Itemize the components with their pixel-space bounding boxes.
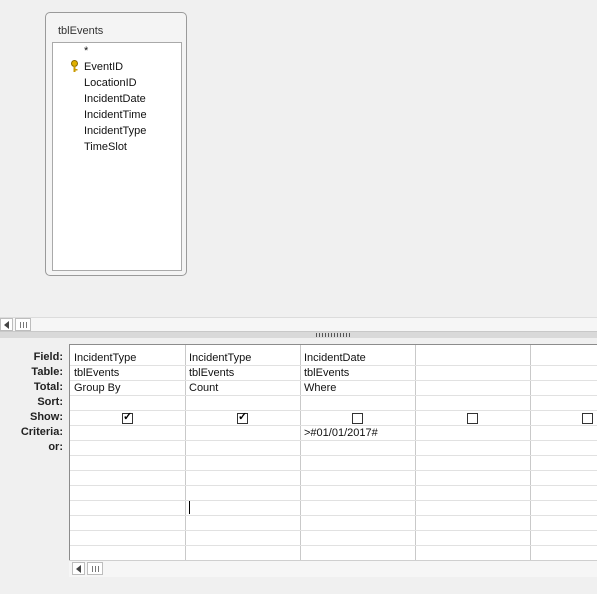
row-divider xyxy=(70,365,597,366)
show-checkbox[interactable] xyxy=(582,413,593,424)
row-divider xyxy=(70,380,597,381)
grid-cell-table[interactable]: tblEvents xyxy=(74,367,119,379)
grid-cell-table[interactable]: tblEvents xyxy=(304,367,349,379)
row-divider xyxy=(70,515,597,516)
row-divider xyxy=(70,440,597,441)
grid-cell-criteria[interactable]: >#01/01/2017# xyxy=(304,427,378,439)
row-label-sort: Sort: xyxy=(37,396,63,408)
scroll-left-arrow-icon[interactable] xyxy=(72,562,85,575)
row-label-total: Total: xyxy=(33,381,63,393)
field-list-item-incidenttype[interactable]: IncidentType xyxy=(84,124,146,138)
row-divider xyxy=(70,410,597,411)
query-design-upper-pane: tblEvents * EventID LocationID IncidentD… xyxy=(0,0,597,317)
row-divider xyxy=(70,545,597,546)
column-divider[interactable] xyxy=(185,345,186,561)
row-divider xyxy=(70,455,597,456)
row-divider xyxy=(70,485,597,486)
scroll-thumb[interactable] xyxy=(87,562,103,575)
table-window-title[interactable]: tblEvents xyxy=(58,25,103,37)
row-label-table: Table: xyxy=(31,366,63,378)
scroll-left-arrow-icon[interactable] xyxy=(0,318,13,331)
query-design-grid[interactable]: IncidentType tblEvents Group By ✓ Incide… xyxy=(69,344,597,561)
show-checkbox[interactable] xyxy=(467,413,478,424)
field-list-item-incidentdate[interactable]: IncidentDate xyxy=(84,92,146,106)
grid-cell-table[interactable]: tblEvents xyxy=(189,367,234,379)
field-list-item-incidenttime[interactable]: IncidentTime xyxy=(84,108,147,122)
column-divider[interactable] xyxy=(530,345,531,561)
show-checkbox[interactable]: ✓ xyxy=(237,411,248,424)
row-label-or: or: xyxy=(48,441,63,453)
show-checkbox[interactable]: ✓ xyxy=(122,411,133,424)
show-checkbox[interactable] xyxy=(352,413,363,424)
column-divider[interactable] xyxy=(300,345,301,561)
grid-cell-total[interactable]: Count xyxy=(189,382,218,394)
grid-cell-field[interactable]: IncidentType xyxy=(74,352,136,364)
row-divider xyxy=(70,425,597,426)
field-list-item-timeslot[interactable]: TimeSlot xyxy=(84,140,127,154)
field-list-item-locationid[interactable]: LocationID xyxy=(84,76,137,90)
upper-horizontal-scrollbar[interactable] xyxy=(0,317,597,331)
grid-horizontal-scrollbar[interactable] xyxy=(69,560,597,577)
row-divider xyxy=(70,395,597,396)
row-label-criteria: Criteria: xyxy=(20,426,63,438)
field-list[interactable]: * EventID LocationID IncidentDate Incide… xyxy=(52,42,182,271)
field-list-item-all[interactable]: * xyxy=(84,44,88,58)
grid-cell-field[interactable]: IncidentType xyxy=(189,352,251,364)
row-label-field: Field: xyxy=(33,351,63,363)
table-field-list-window[interactable]: tblEvents * EventID LocationID IncidentD… xyxy=(45,12,187,276)
splitter-grip-icon[interactable] xyxy=(316,333,351,337)
row-divider xyxy=(70,530,597,531)
row-divider xyxy=(70,500,597,501)
key-icon xyxy=(70,60,79,73)
text-cursor xyxy=(189,501,190,514)
row-divider xyxy=(70,470,597,471)
row-label-show: Show: xyxy=(30,411,63,423)
grid-cell-total[interactable]: Group By xyxy=(74,382,120,394)
column-divider[interactable] xyxy=(415,345,416,561)
grid-cell-total[interactable]: Where xyxy=(304,382,336,394)
grid-cell-field[interactable]: IncidentDate xyxy=(304,352,366,364)
scroll-thumb[interactable] xyxy=(15,318,31,331)
checkmark-icon: ✓ xyxy=(238,411,248,423)
checkmark-icon: ✓ xyxy=(123,411,133,423)
field-list-item-eventid[interactable]: EventID xyxy=(84,60,123,74)
